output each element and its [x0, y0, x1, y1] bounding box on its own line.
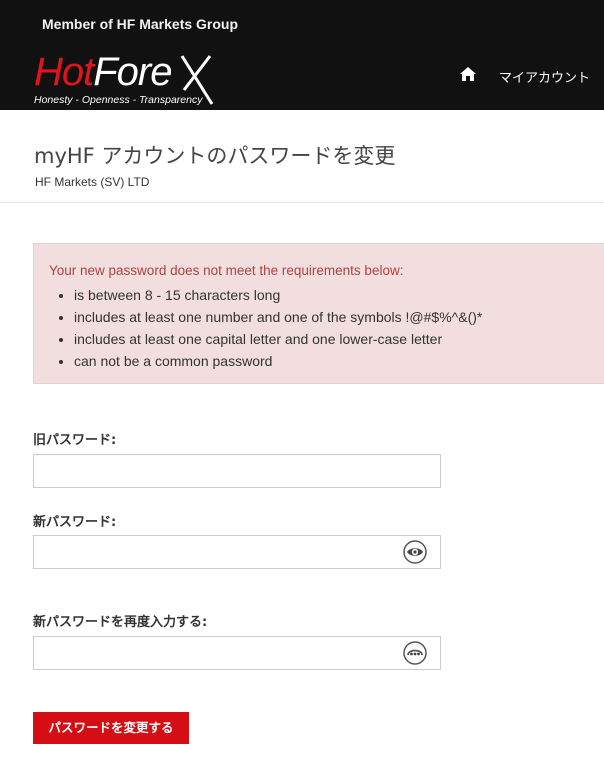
new-password-input[interactable] — [33, 535, 441, 569]
change-password-button[interactable]: パスワードを変更する — [33, 712, 189, 744]
page-title: myHF アカウントのパスワードを変更 — [34, 144, 396, 168]
requirement-item: includes at least one capital letter and… — [74, 328, 482, 350]
home-icon[interactable] — [459, 66, 477, 82]
header-divider — [0, 202, 604, 203]
hotforex-logo[interactable]: HotFore Honesty - Openness - Transparenc… — [32, 50, 214, 110]
logo-wordmark: HotFore — [34, 50, 173, 94]
requirements-list: is between 8 - 15 characters long includ… — [74, 284, 482, 372]
requirement-item: can not be a common password — [74, 350, 482, 372]
nav-my-account-link[interactable]: マイアカウント — [499, 67, 590, 86]
requirement-item: includes at least one number and one of … — [74, 306, 482, 328]
requirement-item: is between 8 - 15 characters long — [74, 284, 482, 306]
show-password-eye-icon[interactable] — [403, 540, 427, 564]
page-subtitle: HF Markets (SV) LTD — [35, 175, 150, 189]
alert-message: Your new password does not meet the requ… — [49, 263, 404, 278]
confirm-password-label: 新パスワードを再度入力する: — [33, 615, 208, 630]
old-password-label: 旧パスワード: — [33, 433, 117, 448]
password-requirements-alert: Your new password does not meet the requ… — [33, 243, 604, 384]
old-password-input[interactable] — [33, 454, 441, 488]
top-navbar: Member of HF Markets Group HotFore Hones… — [0, 0, 604, 110]
new-password-label: 新パスワード: — [33, 515, 117, 530]
password-manager-icon[interactable] — [403, 641, 427, 665]
confirm-password-input[interactable] — [33, 636, 441, 670]
logo-tagline: Honesty - Openness - Transparency — [34, 94, 203, 106]
member-of-group-text: Member of HF Markets Group — [42, 16, 239, 32]
